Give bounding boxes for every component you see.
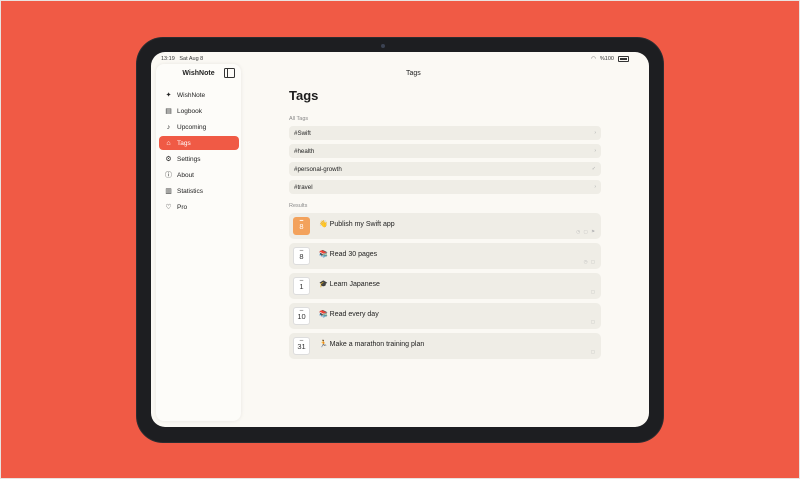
tag-icon: ⌂ xyxy=(166,139,171,147)
status-time-date: 13:19 Sat Aug 8 xyxy=(161,56,203,62)
sidebar-item-upcoming[interactable]: ♪ Upcoming xyxy=(159,120,239,134)
info-icon: ⓘ xyxy=(165,172,172,179)
all-tags-label: All Tags xyxy=(289,116,309,122)
status-date: Sat Aug 8 xyxy=(179,56,204,62)
sidebar-item-settings[interactable]: ⚙ Settings xyxy=(159,152,239,166)
chevron-right-icon: › xyxy=(594,184,596,190)
result-title: 🏃 Make a marathon training plan xyxy=(319,340,424,348)
result-meta-icons: ▢ xyxy=(590,319,596,324)
page-title: Tags xyxy=(289,88,319,103)
status-right: ◠ %100 xyxy=(591,56,629,62)
tag-label: #health xyxy=(294,147,315,155)
date-badge: ▬ 10 xyxy=(293,307,310,325)
sidebar-item-label: WishNote xyxy=(177,91,206,99)
sidebar-item-label: Tags xyxy=(177,139,191,147)
result-title: 🎓 Learn Japanese xyxy=(319,280,380,288)
sidebar-item-label: Logbook xyxy=(177,107,202,115)
wifi-icon: ◠ xyxy=(591,56,596,62)
result-title-text: Read 30 pages xyxy=(329,251,378,258)
app-screen: 13:19 Sat Aug 8 ◠ %100 WishNote ✦ WishNo… xyxy=(151,52,649,427)
heart-icon: ♡ xyxy=(165,204,172,211)
result-emoji: 📚 xyxy=(319,311,328,318)
result-item-marathon-plan[interactable]: ▬ 31 🏃 Make a marathon training plan ▢ xyxy=(289,333,601,359)
checkmark-icon: ✓ xyxy=(591,166,596,172)
result-title: 📚 Read 30 pages xyxy=(319,250,377,258)
sidebar-item-label: About xyxy=(177,171,194,179)
sidebar-item-label: Upcoming xyxy=(177,123,207,131)
result-title-text: Learn Japanese xyxy=(329,281,380,288)
sidebar-item-label: Pro xyxy=(177,203,188,211)
result-meta-icons: ▢ xyxy=(590,349,596,354)
archive-icon: ▤ xyxy=(165,108,172,115)
status-time: 13:19 xyxy=(161,56,175,62)
battery-icon xyxy=(618,56,629,62)
tag-row-personal-growth[interactable]: #personal-growth ✓ xyxy=(289,162,601,176)
sidebar-item-pro[interactable]: ♡ Pro xyxy=(159,200,239,214)
tag-row-swift[interactable]: #Swift › xyxy=(289,126,601,140)
result-emoji: 🎓 xyxy=(319,281,328,288)
tag-label: #Swift xyxy=(294,129,311,137)
battery-percent: %100 xyxy=(599,56,614,62)
date-day: 1 xyxy=(299,282,304,291)
sparkle-icon: ✦ xyxy=(165,92,172,99)
date-day: 8 xyxy=(299,222,304,231)
result-meta-icons: ▢ xyxy=(590,289,596,294)
sidebar-item-about[interactable]: ⓘ About xyxy=(159,168,239,182)
main-content: Tags All Tags #Swift › #health › #person… xyxy=(289,88,601,363)
result-meta-icons: ◷ ▢ ⚑ xyxy=(576,229,596,234)
bell-icon: ♪ xyxy=(166,123,171,131)
tag-label: #personal-growth xyxy=(294,165,342,173)
sidebar-item-wishnote[interactable]: ✦ WishNote xyxy=(159,88,239,102)
sidebar-item-tags[interactable]: ⌂ Tags xyxy=(159,136,239,150)
date-day: 8 xyxy=(299,252,304,261)
date-day: 31 xyxy=(297,342,306,351)
result-item-read-30-pages[interactable]: ▬ 8 📚 Read 30 pages ◷ ▢ xyxy=(289,243,601,269)
result-item-learn-japanese[interactable]: ▬ 1 🎓 Learn Japanese ▢ xyxy=(289,273,601,299)
result-item-read-every-day[interactable]: ▬ 10 📚 Read every day ▢ xyxy=(289,303,601,329)
chart-icon: ▥ xyxy=(165,188,172,195)
tag-row-health[interactable]: #health › xyxy=(289,144,601,158)
date-badge: ▬ 1 xyxy=(293,277,310,295)
tag-label: #travel xyxy=(294,183,313,191)
date-day: 10 xyxy=(297,312,306,321)
tag-row-travel[interactable]: #travel › xyxy=(289,180,601,194)
result-emoji: 👋 xyxy=(319,221,328,228)
result-title-text: Read every day xyxy=(329,311,379,318)
date-badge: ▬ 8 xyxy=(293,247,310,265)
date-badge: ▬ 8 xyxy=(293,217,310,235)
result-meta-icons: ◷ ▢ xyxy=(583,259,596,264)
result-item-publish-swift-app[interactable]: ▬ 8 👋 Publish my Swift app ◷ ▢ ⚑ xyxy=(289,213,601,239)
sidebar-list: ✦ WishNote ▤ Logbook ♪ Upcoming ⌂ Tags ⚙… xyxy=(159,88,239,216)
chevron-right-icon: › xyxy=(594,148,596,154)
result-title: 📚 Read every day xyxy=(319,310,379,318)
results-label: Results xyxy=(289,203,308,209)
result-title-text: Make a marathon training plan xyxy=(329,341,425,348)
result-emoji: 📚 xyxy=(319,251,328,258)
gear-icon: ⚙ xyxy=(165,156,172,163)
date-badge: ▬ 31 xyxy=(293,337,310,355)
result-title-text: Publish my Swift app xyxy=(329,221,395,228)
camera-icon xyxy=(381,44,385,48)
sidebar-item-statistics[interactable]: ▥ Statistics xyxy=(159,184,239,198)
sidebar-toggle-icon[interactable] xyxy=(224,68,235,78)
nav-title: Tags xyxy=(406,70,421,77)
sidebar-item-label: Statistics xyxy=(177,187,204,195)
sidebar: WishNote ✦ WishNote ▤ Logbook ♪ Upcoming… xyxy=(156,64,241,421)
sidebar-item-logbook[interactable]: ▤ Logbook xyxy=(159,104,239,118)
result-title: 👋 Publish my Swift app xyxy=(319,220,395,228)
chevron-right-icon: › xyxy=(594,130,596,136)
result-emoji: 🏃 xyxy=(319,341,328,348)
sidebar-item-label: Settings xyxy=(177,155,201,163)
